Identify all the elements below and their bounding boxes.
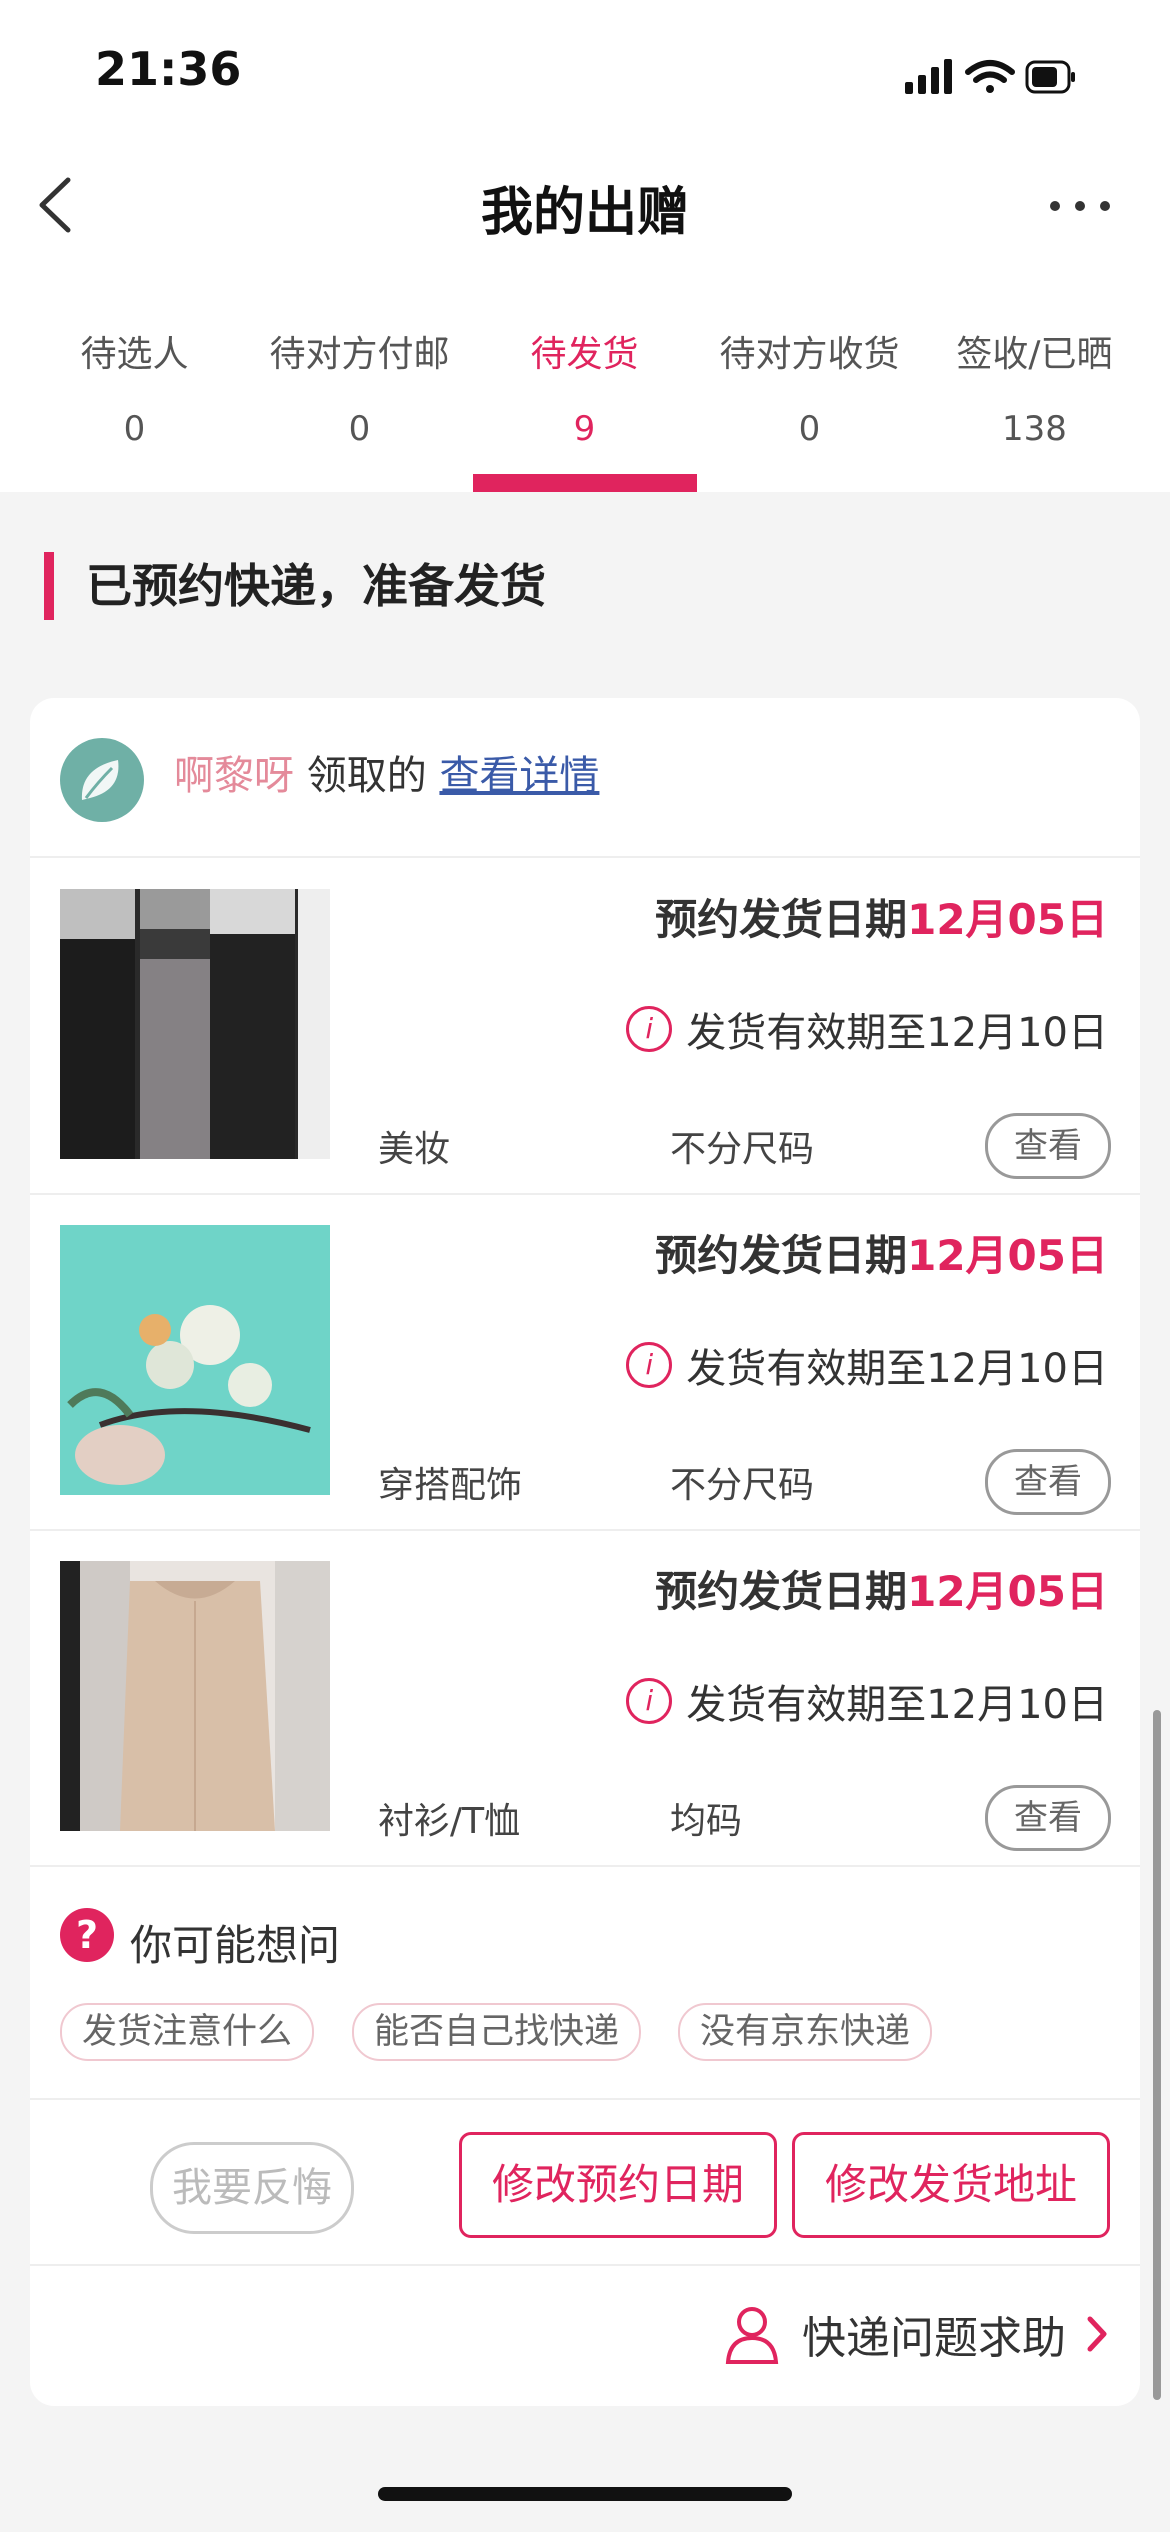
more-icon[interactable] bbox=[1045, 188, 1115, 224]
shipping-help[interactable]: 快递问题求助 bbox=[724, 2302, 1110, 2366]
view-button[interactable]: 查看 bbox=[985, 1449, 1111, 1515]
tab-count: 138 bbox=[1002, 409, 1067, 449]
tab-pending-postage[interactable]: 待对方付邮 0 bbox=[247, 325, 472, 449]
tab-count: 0 bbox=[798, 409, 821, 449]
leaf-icon bbox=[81, 760, 119, 800]
ship-date-label: 预约发货日期 bbox=[655, 1567, 908, 1616]
ship-date-value: 12月05日 bbox=[907, 895, 1108, 944]
tab-pending-select[interactable]: 待选人 0 bbox=[22, 325, 247, 449]
view-details-link[interactable]: 查看详情 bbox=[439, 753, 599, 799]
divider bbox=[30, 856, 1140, 858]
validity-row: i 发货有效期至12月10日 bbox=[626, 1672, 1108, 1730]
status-time: 21:36 bbox=[95, 42, 242, 96]
ship-date: 预约发货日期12月05日 bbox=[655, 1558, 1108, 1619]
faq-chip[interactable]: 能否自己找快递 bbox=[352, 2003, 642, 2061]
tab-pending-ship[interactable]: 待发货 9 bbox=[472, 325, 697, 449]
faq-chip[interactable]: 发货注意什么 bbox=[60, 2003, 315, 2061]
change-address-button[interactable]: 修改发货地址 bbox=[792, 2132, 1110, 2238]
ship-date: 预约发货日期12月05日 bbox=[655, 886, 1108, 947]
validity-row: i 发货有效期至12月10日 bbox=[626, 1000, 1108, 1058]
divider bbox=[30, 2098, 1140, 2100]
item-size: 不分尺码 bbox=[670, 1129, 815, 1170]
faq-title: 你可能想问 bbox=[130, 1921, 341, 1970]
ship-date-label: 预约发货日期 bbox=[655, 1231, 908, 1280]
ship-date-value: 12月05日 bbox=[907, 1231, 1108, 1280]
product-image-cosmetics[interactable] bbox=[60, 889, 330, 1159]
faq-chip[interactable]: 没有京东快递 bbox=[678, 2003, 933, 2061]
status-icons bbox=[905, 59, 1075, 94]
person-icon bbox=[725, 2307, 779, 2364]
divider bbox=[30, 1529, 1140, 1531]
claimed-text: 领取的 bbox=[306, 753, 427, 799]
question-icon: ? bbox=[60, 1908, 114, 1962]
view-button[interactable]: 查看 bbox=[985, 1785, 1111, 1851]
tab-label: 待发货 bbox=[530, 334, 639, 375]
item-category: 衬衫/T恤 bbox=[378, 1801, 521, 1842]
scrollbar[interactable] bbox=[1153, 1710, 1161, 2400]
tab-label: 签收/已晒 bbox=[956, 334, 1113, 375]
tab-count: 0 bbox=[348, 409, 371, 449]
chevron-right-icon bbox=[1087, 2316, 1107, 2352]
item-category: 美妆 bbox=[378, 1129, 451, 1170]
validity-row: i 发货有效期至12月10日 bbox=[626, 1336, 1108, 1394]
tab-count: 0 bbox=[123, 409, 146, 449]
view-button[interactable]: 查看 bbox=[985, 1113, 1111, 1179]
tab-label: 待对方收货 bbox=[719, 334, 900, 375]
avatar[interactable] bbox=[60, 738, 144, 822]
tab-indicator bbox=[473, 474, 697, 492]
tab-label: 待对方付邮 bbox=[269, 334, 450, 375]
tab-pending-receive[interactable]: 待对方收货 0 bbox=[697, 325, 922, 449]
tab-count: 9 bbox=[573, 409, 596, 449]
help-label: 快递问题求助 bbox=[802, 2313, 1066, 2364]
wifi-icon bbox=[965, 60, 1015, 93]
divider bbox=[30, 1865, 1140, 1867]
section-title: 已预约快递，准备发货 bbox=[44, 552, 546, 620]
info-icon: i bbox=[626, 1342, 673, 1388]
tab-signed[interactable]: 签收/已晒 138 bbox=[922, 325, 1147, 449]
info-icon: i bbox=[626, 1006, 673, 1052]
info-icon: i bbox=[626, 1678, 673, 1724]
change-date-button[interactable]: 修改预约日期 bbox=[459, 2132, 777, 2238]
battery-icon bbox=[1025, 60, 1075, 94]
claim-line: 啊黎呀 领取的 查看详情 bbox=[174, 748, 599, 804]
validity-text: 发货有效期至12月10日 bbox=[686, 1682, 1108, 1728]
item-size: 不分尺码 bbox=[670, 1465, 815, 1506]
validity-text: 发货有效期至12月10日 bbox=[686, 1346, 1108, 1392]
validity-text: 发货有效期至12月10日 bbox=[686, 1010, 1108, 1056]
ship-date: 预约发货日期12月05日 bbox=[655, 1222, 1108, 1283]
tab-label: 待选人 bbox=[80, 334, 189, 375]
divider bbox=[30, 1193, 1140, 1195]
item-size: 均码 bbox=[670, 1801, 743, 1842]
product-image-accessory[interactable] bbox=[60, 1225, 330, 1495]
regret-button[interactable]: 我要反悔 bbox=[150, 2142, 354, 2234]
item-category: 穿搭配饰 bbox=[378, 1465, 523, 1506]
signal-icon bbox=[905, 59, 952, 94]
home-indicator[interactable] bbox=[378, 2487, 792, 2501]
divider bbox=[30, 2264, 1140, 2266]
ship-date-value: 12月05日 bbox=[907, 1567, 1108, 1616]
recipient-name[interactable]: 啊黎呀 bbox=[174, 753, 294, 799]
page-title: 我的出赠 bbox=[480, 183, 689, 243]
ship-date-label: 预约发货日期 bbox=[655, 895, 908, 944]
product-image-shirt[interactable] bbox=[60, 1561, 330, 1831]
